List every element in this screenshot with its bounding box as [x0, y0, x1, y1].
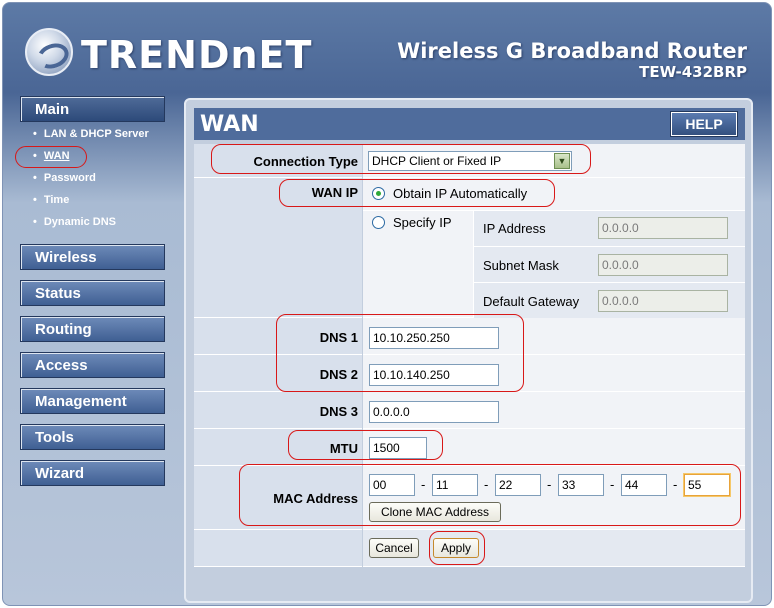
wan-ip-label: WAN IP	[194, 178, 362, 318]
dns2-row: DNS 2 10.10.140.250	[194, 355, 745, 392]
specify-ip-radio[interactable]	[372, 216, 385, 229]
mac-octet-2[interactable]: 11	[432, 474, 478, 496]
sidebar-item-password[interactable]: • Password	[33, 172, 96, 184]
sidebar-item-lan-dhcp[interactable]: • LAN & DHCP Server	[33, 128, 149, 140]
page-title: WAN	[200, 112, 259, 137]
sidebar-item-dynamic-dns[interactable]: • Dynamic DNS	[33, 216, 116, 228]
connection-type-label: Connection Type	[194, 144, 362, 178]
dns2-label: DNS 2	[194, 355, 362, 392]
dns3-label: DNS 3	[194, 392, 362, 429]
dns1-row: DNS 1 10.10.250.250	[194, 318, 745, 355]
mac-row: MAC Address 00 - 11 - 22 - 33 - 44 - 55 …	[194, 466, 745, 530]
connection-type-select[interactable]: DHCP Client or Fixed IP ▼	[368, 151, 572, 171]
mac-octet-5[interactable]: 44	[621, 474, 667, 496]
gateway-label: Default Gateway	[483, 294, 580, 309]
obtain-ip-label: Obtain IP Automatically	[393, 186, 528, 201]
mac-label: MAC Address	[194, 466, 362, 530]
ip-address-label: IP Address	[483, 221, 546, 236]
nav-routing[interactable]: Routing	[20, 316, 165, 342]
model-name: TEW-432BRP	[639, 63, 747, 81]
cancel-button[interactable]: Cancel	[369, 538, 419, 558]
subnet-mask-input[interactable]: 0.0.0.0	[598, 254, 728, 276]
connection-type-row: Connection Type DHCP Client or Fixed IP …	[194, 144, 745, 178]
nav-tools[interactable]: Tools	[20, 424, 165, 450]
mac-separator: -	[610, 477, 615, 492]
help-button[interactable]: HELP	[670, 111, 738, 137]
chevron-down-icon[interactable]: ▼	[554, 153, 570, 169]
clone-mac-button[interactable]: Clone MAC Address	[369, 502, 501, 522]
mtu-label: MTU	[194, 429, 362, 466]
mac-octet-3[interactable]: 22	[495, 474, 541, 496]
logo-text: TRENDnET	[81, 33, 313, 77]
obtain-ip-radio[interactable]	[372, 187, 385, 200]
gateway-input[interactable]: 0.0.0.0	[598, 290, 728, 312]
mtu-input[interactable]: 1500	[369, 437, 427, 459]
nav-management[interactable]: Management	[20, 388, 165, 414]
sidebar-item-wan[interactable]: • WAN	[33, 150, 70, 162]
mac-octet-4[interactable]: 33	[558, 474, 604, 496]
specify-ip-label: Specify IP	[393, 215, 452, 230]
nav-main[interactable]: Main	[20, 96, 165, 122]
mac-separator: -	[421, 477, 426, 492]
product-name: Wireless G Broadband Router	[397, 39, 747, 63]
dns3-input[interactable]: 0.0.0.0	[369, 401, 499, 423]
panel-title-bar: WAN HELP	[194, 108, 745, 140]
ip-address-input[interactable]: 0.0.0.0	[598, 217, 728, 239]
mac-octet-1[interactable]: 00	[369, 474, 415, 496]
mac-separator: -	[547, 477, 552, 492]
apply-button[interactable]: Apply	[433, 538, 479, 558]
sidebar-item-time[interactable]: • Time	[33, 194, 69, 206]
dns1-label: DNS 1	[194, 318, 362, 355]
wan-panel: WAN HELP Connection Type DHCP Client or …	[184, 98, 753, 603]
mac-octet-6[interactable]: 55	[684, 474, 730, 496]
nav-access[interactable]: Access	[20, 352, 165, 378]
nav-wireless[interactable]: Wireless	[20, 244, 165, 270]
nav-status[interactable]: Status	[20, 280, 165, 306]
actions-row: Cancel Apply	[194, 530, 745, 567]
wan-ip-cell: Obtain IP Automatically Specify IP IP Ad…	[363, 178, 745, 318]
connection-type-cell: DHCP Client or Fixed IP ▼	[363, 144, 745, 178]
mtu-row: MTU 1500	[194, 429, 745, 466]
dns3-row: DNS 3 0.0.0.0	[194, 392, 745, 429]
dns2-input[interactable]: 10.10.140.250	[369, 364, 499, 386]
mac-separator: -	[673, 477, 678, 492]
nav-wizard[interactable]: Wizard	[20, 460, 165, 486]
dns1-input[interactable]: 10.10.250.250	[369, 327, 499, 349]
wan-ip-row: WAN IP Obtain IP Automatically Specify I…	[194, 178, 745, 318]
mac-separator: -	[484, 477, 489, 492]
router-ui-frame: TRENDnET Wireless G Broadband Router TEW…	[2, 2, 772, 606]
trendnet-logo-icon	[25, 28, 73, 76]
subnet-mask-label: Subnet Mask	[483, 258, 559, 273]
